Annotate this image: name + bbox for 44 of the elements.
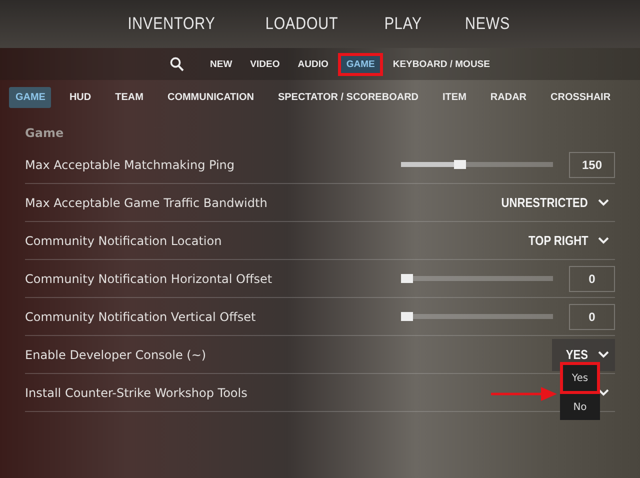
value-field[interactable]: 150 (569, 152, 615, 178)
setting-label: Community Notification Horizontal Offset (25, 272, 272, 286)
sub-tab[interactable]: SPECTATOR / SCOREBOARD (272, 86, 425, 108)
chevron-down-icon (598, 237, 609, 244)
dropdown[interactable]: TOP RIGHT (508, 224, 615, 256)
value-field[interactable]: 0 (569, 304, 615, 330)
chevron-down-icon (598, 389, 609, 396)
settings-tab[interactable]: KEYBOARD / MOUSE (384, 52, 498, 76)
slider-thumb[interactable] (401, 274, 413, 283)
sub-tab[interactable]: ITEM (436, 86, 472, 108)
main-nav-link[interactable]: PLAY (384, 14, 422, 34)
chevron-down-icon (598, 351, 609, 358)
settings-tab[interactable]: NEW (202, 52, 240, 76)
sub-tab[interactable]: COMMUNICATION (161, 86, 260, 108)
search-icon[interactable] (170, 56, 184, 72)
setting-label: Max Acceptable Matchmaking Ping (25, 158, 235, 172)
sub-tab[interactable]: HUD (63, 86, 98, 108)
sub-tab[interactable]: TEAM (109, 86, 150, 108)
setting-label: Community Notification Location (25, 234, 222, 248)
setting-label: Community Notification Vertical Offset (25, 310, 256, 324)
main-nav-link[interactable]: NEWS (464, 14, 510, 34)
slider-track[interactable] (401, 162, 553, 167)
slider-thumb[interactable] (401, 312, 413, 321)
main-nav-link[interactable]: INVENTORY (128, 14, 216, 34)
section-title: Game (25, 125, 65, 142)
setting-label: Enable Developer Console (~) (25, 348, 206, 362)
annotation-arrow (491, 387, 557, 401)
dropdown[interactable]: UNRESTRICTED (476, 186, 615, 218)
setting-label: Max Acceptable Game Traffic Bandwidth (25, 196, 268, 210)
settings-tab[interactable]: VIDEO (242, 52, 288, 76)
sub-tab[interactable]: RADAR (484, 86, 533, 108)
slider-track[interactable] (401, 276, 553, 281)
settings-tab[interactable]: AUDIO (290, 52, 336, 76)
slider-thumb[interactable] (454, 160, 466, 169)
chevron-down-icon (598, 199, 609, 206)
value-field[interactable]: 0 (569, 266, 615, 292)
dropdown-option[interactable]: Yes (560, 362, 600, 394)
dropdown-option[interactable]: No (560, 394, 600, 420)
main-nav-link[interactable]: LOADOUT (266, 14, 338, 34)
slider-track[interactable] (401, 314, 553, 319)
sub-tab[interactable]: GAME (9, 86, 52, 108)
sub-tab[interactable]: CROSSHAIR (544, 86, 617, 108)
setting-label: Install Counter-Strike Workshop Tools (25, 386, 248, 400)
settings-tab[interactable]: GAME (338, 52, 383, 76)
